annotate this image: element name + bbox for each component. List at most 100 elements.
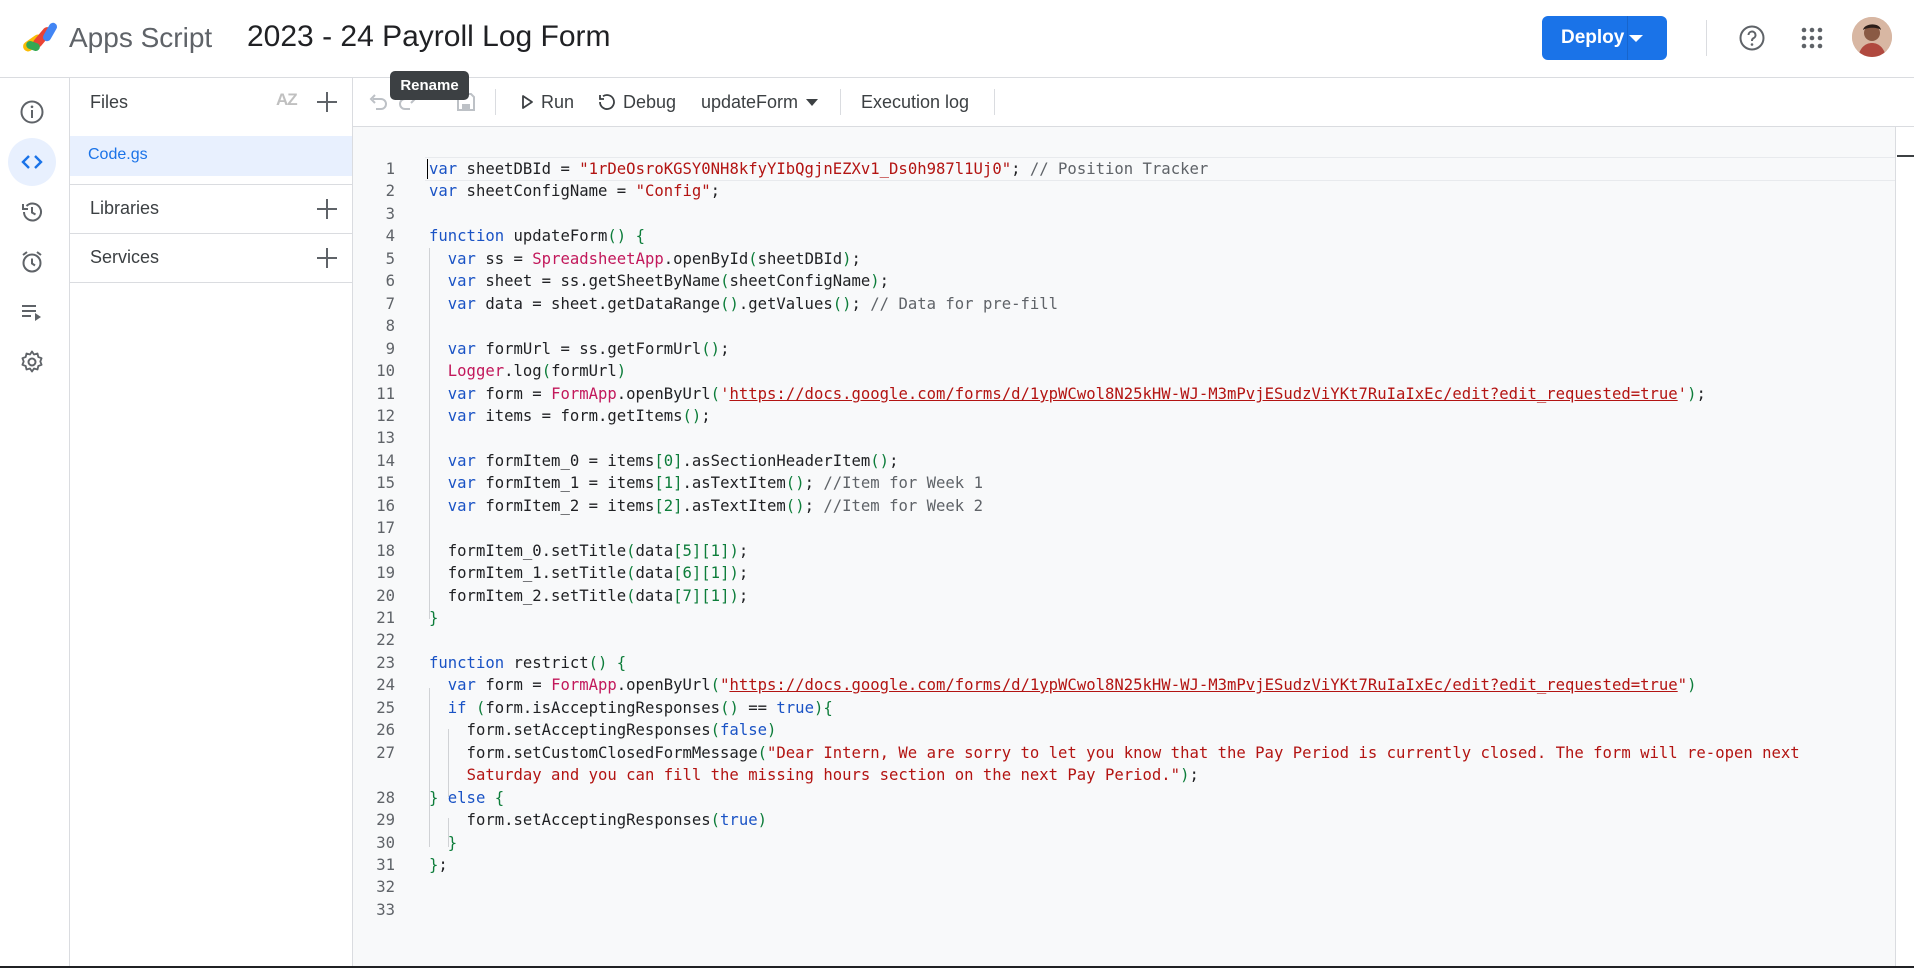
function-select-value: updateForm: [701, 91, 799, 112]
line-number: 31: [376, 856, 395, 874]
add-library-icon[interactable]: [316, 198, 338, 220]
code-line[interactable]: formItem_2.setTitle(data[7][1]);: [429, 585, 748, 607]
play-icon: [522, 95, 533, 109]
apps-script-logo-icon: [23, 22, 57, 52]
services-label: Services: [90, 247, 160, 267]
line-number: 27: [376, 744, 395, 762]
files-title: Files: [90, 92, 129, 112]
help-icon[interactable]: [1735, 21, 1769, 55]
history-icon[interactable]: [8, 188, 56, 236]
editor-toolbar: Run Debug updateForm Execution log: [353, 78, 1914, 127]
indent-guide: [448, 818, 449, 847]
toolbar-divider: [495, 89, 496, 115]
line-number: 30: [376, 834, 395, 852]
code-line[interactable]: var formItem_2 = items[2].asTextItem(); …: [429, 495, 983, 517]
code-line[interactable]: var formItem_1 = items[1].asTextItem(); …: [429, 472, 983, 494]
code-line[interactable]: var form = FormApp.openByUrl("https://do…: [429, 674, 1697, 696]
overview-icon[interactable]: [8, 88, 56, 136]
debug-icon: [599, 94, 615, 110]
deploy-label: Deploy: [1561, 27, 1625, 48]
app-name: Apps Script: [69, 22, 213, 53]
sort-files-icon[interactable]: AZ: [276, 90, 298, 110]
line-number: 32: [376, 878, 395, 896]
code-line[interactable]: }: [429, 832, 457, 854]
code-line[interactable]: formItem_1.setTitle(data[6][1]);: [429, 562, 748, 584]
code-line[interactable]: var ss = SpreadsheetApp.openById(sheetDB…: [429, 248, 861, 270]
toolbar-divider: [840, 89, 841, 115]
code-line[interactable]: var data = sheet.getDataRange().getValue…: [429, 293, 1058, 315]
code-line[interactable]: var items = form.getItems();: [429, 405, 711, 427]
editor-icon[interactable]: [8, 138, 56, 186]
line-number: 26: [376, 721, 395, 739]
section-divider: [70, 282, 352, 284]
code-line[interactable]: formItem_0.setTitle(data[5][1]);: [429, 540, 748, 562]
line-number: 16: [376, 497, 395, 515]
line-number: 10: [376, 362, 395, 380]
code-line[interactable]: Saturday and you can fill the missing ho…: [429, 764, 1199, 786]
undo-icon[interactable]: [367, 78, 389, 126]
libraries-section[interactable]: Libraries: [70, 184, 352, 233]
code-line[interactable]: if (form.isAcceptingResponses() == true)…: [429, 697, 833, 719]
editor-scrollbar[interactable]: [1895, 127, 1914, 966]
line-number: 8: [385, 317, 395, 335]
scroll-position-marker: [1897, 155, 1914, 157]
project-title[interactable]: 2023 - 24 Payroll Log Form: [247, 18, 611, 56]
line-number: 29: [376, 811, 395, 829]
services-section[interactable]: Services: [70, 233, 352, 282]
line-number: 24: [376, 676, 395, 694]
code-line[interactable]: form.setAcceptingResponses(true): [429, 809, 767, 831]
line-number: 2: [385, 182, 395, 200]
code-line[interactable]: var formUrl = ss.getFormUrl();: [429, 338, 730, 360]
account-avatar[interactable]: [1852, 17, 1892, 57]
deploy-divider: [1627, 16, 1628, 60]
code-line[interactable]: function restrict() {: [429, 652, 626, 674]
code-line[interactable]: }: [429, 607, 438, 629]
code-line[interactable]: var formItem_0 = items[0].asSectionHeade…: [429, 450, 899, 472]
deploy-button[interactable]: Deploy: [1542, 16, 1667, 60]
line-number: 5: [385, 250, 395, 268]
debug-button[interactable]: Debug: [597, 78, 676, 126]
code-line[interactable]: var sheetConfigName = "Config";: [429, 180, 720, 202]
function-select[interactable]: updateForm: [701, 78, 819, 126]
libraries-label: Libraries: [90, 198, 160, 218]
line-number: 20: [376, 587, 395, 605]
line-number: 15: [376, 474, 395, 492]
code-line[interactable]: form.setAcceptingResponses(false): [429, 719, 777, 741]
code-line[interactable]: function updateForm() {: [429, 225, 645, 247]
chevron-down-icon[interactable]: [1629, 35, 1643, 42]
line-number: 22: [376, 631, 395, 649]
line-number: 6: [385, 272, 395, 290]
apps-grid-icon[interactable]: [1795, 21, 1829, 55]
settings-icon[interactable]: [8, 338, 56, 386]
file-item-code-gs[interactable]: Code.gs: [70, 136, 352, 176]
add-file-icon[interactable]: [316, 91, 338, 113]
line-number: 11: [376, 385, 395, 403]
code-line[interactable]: var form = FormApp.openByUrl('https://do…: [429, 383, 1706, 405]
triggers-icon[interactable]: [8, 238, 56, 286]
text-cursor: [427, 159, 428, 179]
execution-log-button[interactable]: Execution log: [861, 78, 969, 126]
execution-log-label: Execution log: [861, 91, 970, 112]
left-nav-rail: [0, 78, 70, 966]
line-number: 13: [376, 429, 395, 447]
line-number: 33: [376, 901, 395, 919]
line-number: 9: [385, 340, 395, 358]
top-bar: Apps Script 2023 - 24 Payroll Log Form D…: [0, 0, 1914, 78]
executions-icon[interactable]: [8, 288, 56, 336]
code-line[interactable]: };: [429, 854, 448, 876]
line-number: 1: [385, 160, 395, 178]
line-number: 3: [385, 205, 395, 223]
code-line[interactable]: form.setCustomClosedFormMessage("Dear In…: [429, 742, 1800, 764]
file-name: Code.gs: [88, 146, 148, 163]
dropdown-arrow-icon: [806, 98, 819, 106]
rename-tooltip: Rename: [390, 71, 469, 100]
run-button[interactable]: Run: [519, 78, 574, 126]
code-line[interactable]: var sheet = ss.getSheetByName(sheetConfi…: [429, 270, 889, 292]
line-number: 14: [376, 452, 395, 470]
code-line[interactable]: } else {: [429, 787, 504, 809]
line-number: 17: [376, 519, 395, 537]
line-number: 23: [376, 654, 395, 672]
code-line[interactable]: var sheetDBId = "1rDeOsroKGSY0NH8kfyYIbQ…: [429, 158, 1208, 180]
code-line[interactable]: Logger.log(formUrl): [429, 360, 626, 382]
add-service-icon[interactable]: [316, 247, 338, 269]
